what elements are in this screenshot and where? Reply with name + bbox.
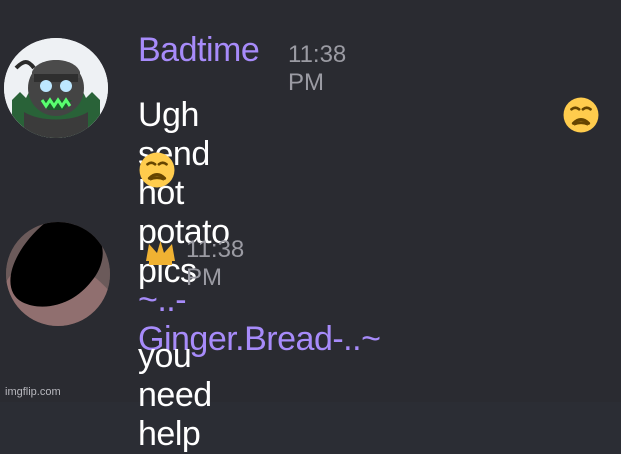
avatar-image bbox=[4, 38, 108, 138]
crown-icon bbox=[146, 241, 175, 265]
chat-window: Badtime 11:38 PM Ugh send hot potato pic… bbox=[0, 0, 621, 453]
message-author[interactable]: Badtime bbox=[138, 31, 260, 70]
message-timestamp: 11:38 PM bbox=[288, 41, 347, 96]
weary-face-icon bbox=[563, 97, 599, 133]
message-text: you need help bbox=[138, 337, 212, 453]
avatar-image bbox=[6, 222, 110, 326]
user-avatar-gingerbread[interactable] bbox=[6, 222, 110, 326]
user-avatar-badtime[interactable] bbox=[4, 38, 108, 138]
watermark: imgflip.com bbox=[5, 386, 61, 398]
weary-face-icon bbox=[139, 152, 175, 188]
